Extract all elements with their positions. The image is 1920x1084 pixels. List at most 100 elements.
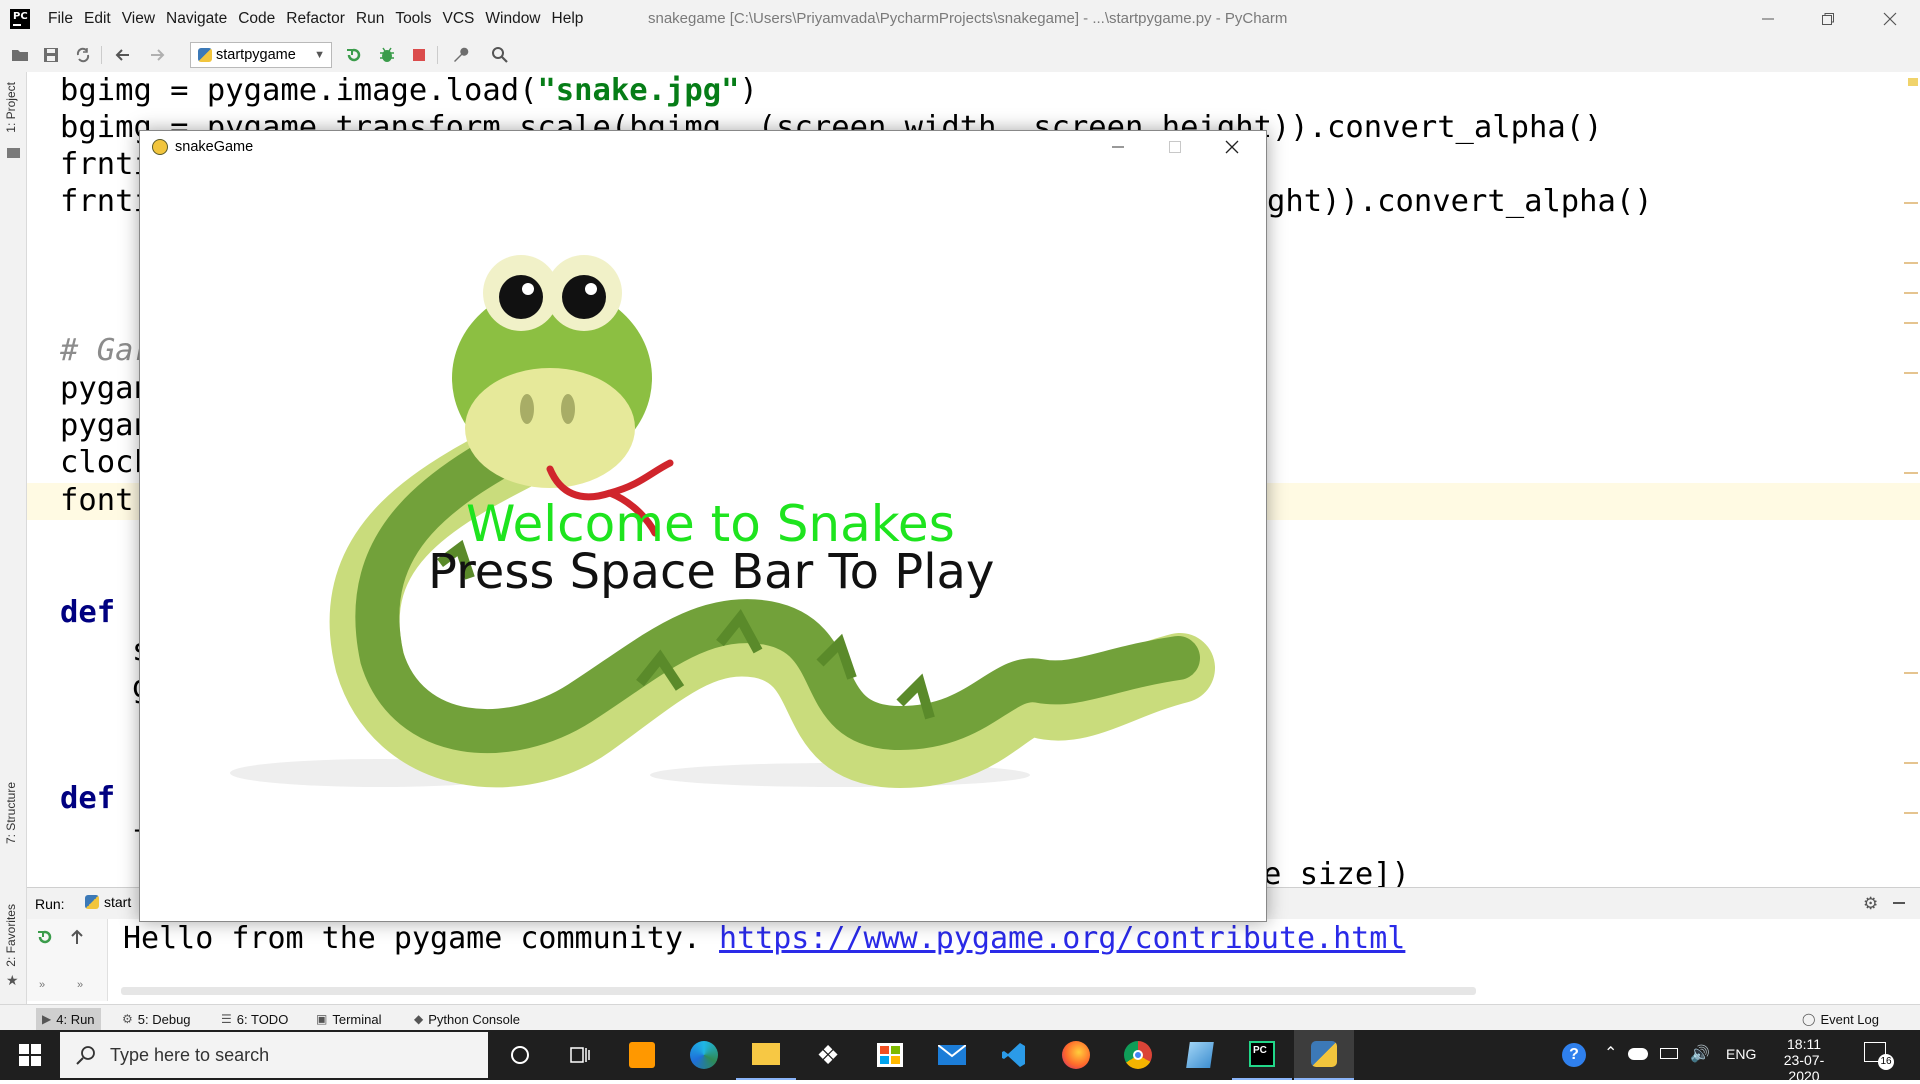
back-arrow-icon[interactable] <box>112 44 134 66</box>
stop-icon[interactable] <box>408 44 430 66</box>
minimize-icon <box>1112 146 1124 148</box>
more-actions-icon[interactable]: » <box>39 979 45 991</box>
tool-window-bar: ▶ 4: Run ⚙ 5: Debug ☰ 6: TODO ▣ Terminal ◆ Py… <box>0 1004 1920 1031</box>
pygame-close-button[interactable] <box>1204 131 1260 163</box>
bug-icon: ⚙ <box>122 1012 133 1026</box>
notepad-app[interactable] <box>1170 1030 1230 1080</box>
pycharm-logo-icon: PC <box>10 9 30 29</box>
python-app[interactable] <box>1294 1030 1354 1080</box>
more-actions-icon[interactable]: » <box>77 979 83 991</box>
pygame-minimize-button[interactable] <box>1090 131 1146 163</box>
taskbar-search-box[interactable]: Type here to search <box>60 1032 488 1078</box>
open-folder-icon[interactable] <box>9 44 31 66</box>
run-tab[interactable]: start <box>85 894 131 910</box>
pygame-window[interactable]: snakeGame Welcome to Snakes Press Space … <box>139 130 1267 922</box>
file-explorer-app[interactable] <box>736 1030 796 1080</box>
wrench-icon[interactable] <box>449 44 471 66</box>
menu-tools[interactable]: Tools <box>395 10 431 28</box>
clock[interactable]: 18:11 23-07-2020 <box>1770 1036 1838 1084</box>
menu-items: File Edit View Navigate Code Refactor Ru… <box>48 0 594 38</box>
error-stripe-marker[interactable] <box>1904 202 1918 204</box>
error-stripe-marker[interactable] <box>1904 292 1918 294</box>
menu-refactor[interactable]: Refactor <box>286 10 345 28</box>
menu-window[interactable]: Window <box>485 10 540 28</box>
language-indicator[interactable]: ENG <box>1726 1046 1756 1062</box>
favorites-tool-button[interactable]: 2: Favorites <box>4 904 18 967</box>
menu-navigate[interactable]: Navigate <box>166 10 227 28</box>
volume-icon[interactable]: 🔊 <box>1690 1044 1710 1064</box>
error-stripe-marker[interactable] <box>1904 762 1918 764</box>
chrome-app[interactable] <box>1108 1030 1168 1080</box>
sublime-text-icon <box>629 1042 655 1068</box>
main-toolbar: startpygame ▼ <box>0 38 1920 73</box>
run-config-select[interactable]: startpygame ▼ <box>190 42 332 68</box>
error-stripe-marker[interactable] <box>1904 322 1918 324</box>
search-icon[interactable] <box>489 44 511 66</box>
rerun-icon[interactable] <box>343 44 365 66</box>
hide-panel-icon[interactable] <box>1893 902 1905 904</box>
tab-run[interactable]: ▶ 4: Run <box>36 1008 101 1030</box>
sublime-text-app[interactable] <box>612 1030 672 1080</box>
menu-vcs[interactable]: VCS <box>443 10 475 28</box>
menu-help[interactable]: Help <box>552 10 584 28</box>
rerun-icon[interactable] <box>36 928 54 950</box>
tab-python-console[interactable]: ◆ Python Console <box>414 1010 520 1028</box>
game-canvas[interactable]: Welcome to Snakes Press Space Bar To Pla… <box>140 163 1266 921</box>
battery-icon[interactable] <box>1660 1048 1678 1059</box>
horizontal-scrollbar[interactable] <box>121 987 1476 995</box>
vscode-app[interactable] <box>984 1030 1044 1080</box>
tab-todo[interactable]: ☰ 6: TODO <box>221 1010 288 1028</box>
menu-file[interactable]: File <box>48 10 73 28</box>
menu-edit[interactable]: Edit <box>84 10 111 28</box>
tab-terminal[interactable]: ▣ Terminal <box>316 1010 381 1028</box>
edge-app[interactable] <box>674 1030 734 1080</box>
error-stripe-marker[interactable] <box>1904 812 1918 814</box>
menu-view[interactable]: View <box>122 10 155 28</box>
task-view-button[interactable] <box>550 1030 610 1080</box>
cortana-button[interactable] <box>490 1030 550 1080</box>
store-app[interactable] <box>860 1030 920 1080</box>
pycharm-app[interactable]: PC <box>1232 1030 1292 1080</box>
menu-code[interactable]: Code <box>238 10 275 28</box>
scroll-up-icon[interactable] <box>69 928 85 950</box>
error-stripe-marker[interactable] <box>1904 262 1918 264</box>
mail-app[interactable] <box>922 1030 982 1080</box>
gear-icon[interactable]: ⚙ <box>1863 894 1878 914</box>
run-console[interactable]: Hello from the pygame community. https:/… <box>27 919 1920 1001</box>
pygame-maximize-button[interactable] <box>1147 131 1203 163</box>
help-icon[interactable]: ? <box>1562 1043 1586 1067</box>
start-button[interactable] <box>0 1030 60 1080</box>
chevron-up-icon[interactable]: ⌃ <box>1604 1043 1617 1063</box>
project-tool-button[interactable]: 1: Project <box>4 82 18 133</box>
firefox-app[interactable] <box>1046 1030 1106 1080</box>
dropbox-app[interactable]: ❖ <box>798 1030 858 1080</box>
onedrive-icon[interactable] <box>1628 1048 1648 1060</box>
restore-icon <box>1822 13 1834 25</box>
play-icon: ▶ <box>42 1012 52 1026</box>
forward-arrow-icon[interactable] <box>146 44 168 66</box>
restore-button[interactable] <box>1798 0 1858 38</box>
error-stripe-marker[interactable] <box>1904 472 1918 474</box>
error-stripe-marker[interactable] <box>1908 78 1918 86</box>
error-stripe-marker[interactable] <box>1904 372 1918 374</box>
save-icon[interactable] <box>40 44 62 66</box>
menu-bar: PC File Edit View Navigate Code Refactor… <box>0 0 1920 38</box>
tab-event-log[interactable]: ◯ Event Log <box>1802 1010 1879 1028</box>
tab-debug-label: 5: Debug <box>137 1011 191 1027</box>
sync-icon[interactable] <box>72 44 94 66</box>
tab-python-console-label: Python Console <box>428 1011 521 1027</box>
python-console-icon: ◆ <box>414 1012 424 1026</box>
close-button[interactable] <box>1860 0 1920 38</box>
pygame-contribute-link[interactable]: https://www.pygame.org/contribute.html <box>719 921 1405 956</box>
menu-run[interactable]: Run <box>356 10 384 28</box>
vscode-icon <box>1002 1043 1025 1067</box>
minimize-button[interactable] <box>1738 0 1798 38</box>
dropbox-icon: ❖ <box>816 1040 840 1070</box>
error-stripe-marker[interactable] <box>1904 672 1918 674</box>
debug-icon[interactable] <box>376 44 398 66</box>
event-log-icon: ◯ <box>1802 1012 1816 1026</box>
tab-debug[interactable]: ⚙ 5: Debug <box>122 1010 191 1028</box>
chrome-icon <box>1124 1041 1152 1069</box>
pygame-title-bar[interactable]: snakeGame <box>140 131 1266 163</box>
structure-tool-button[interactable]: 7: Structure <box>4 782 18 844</box>
